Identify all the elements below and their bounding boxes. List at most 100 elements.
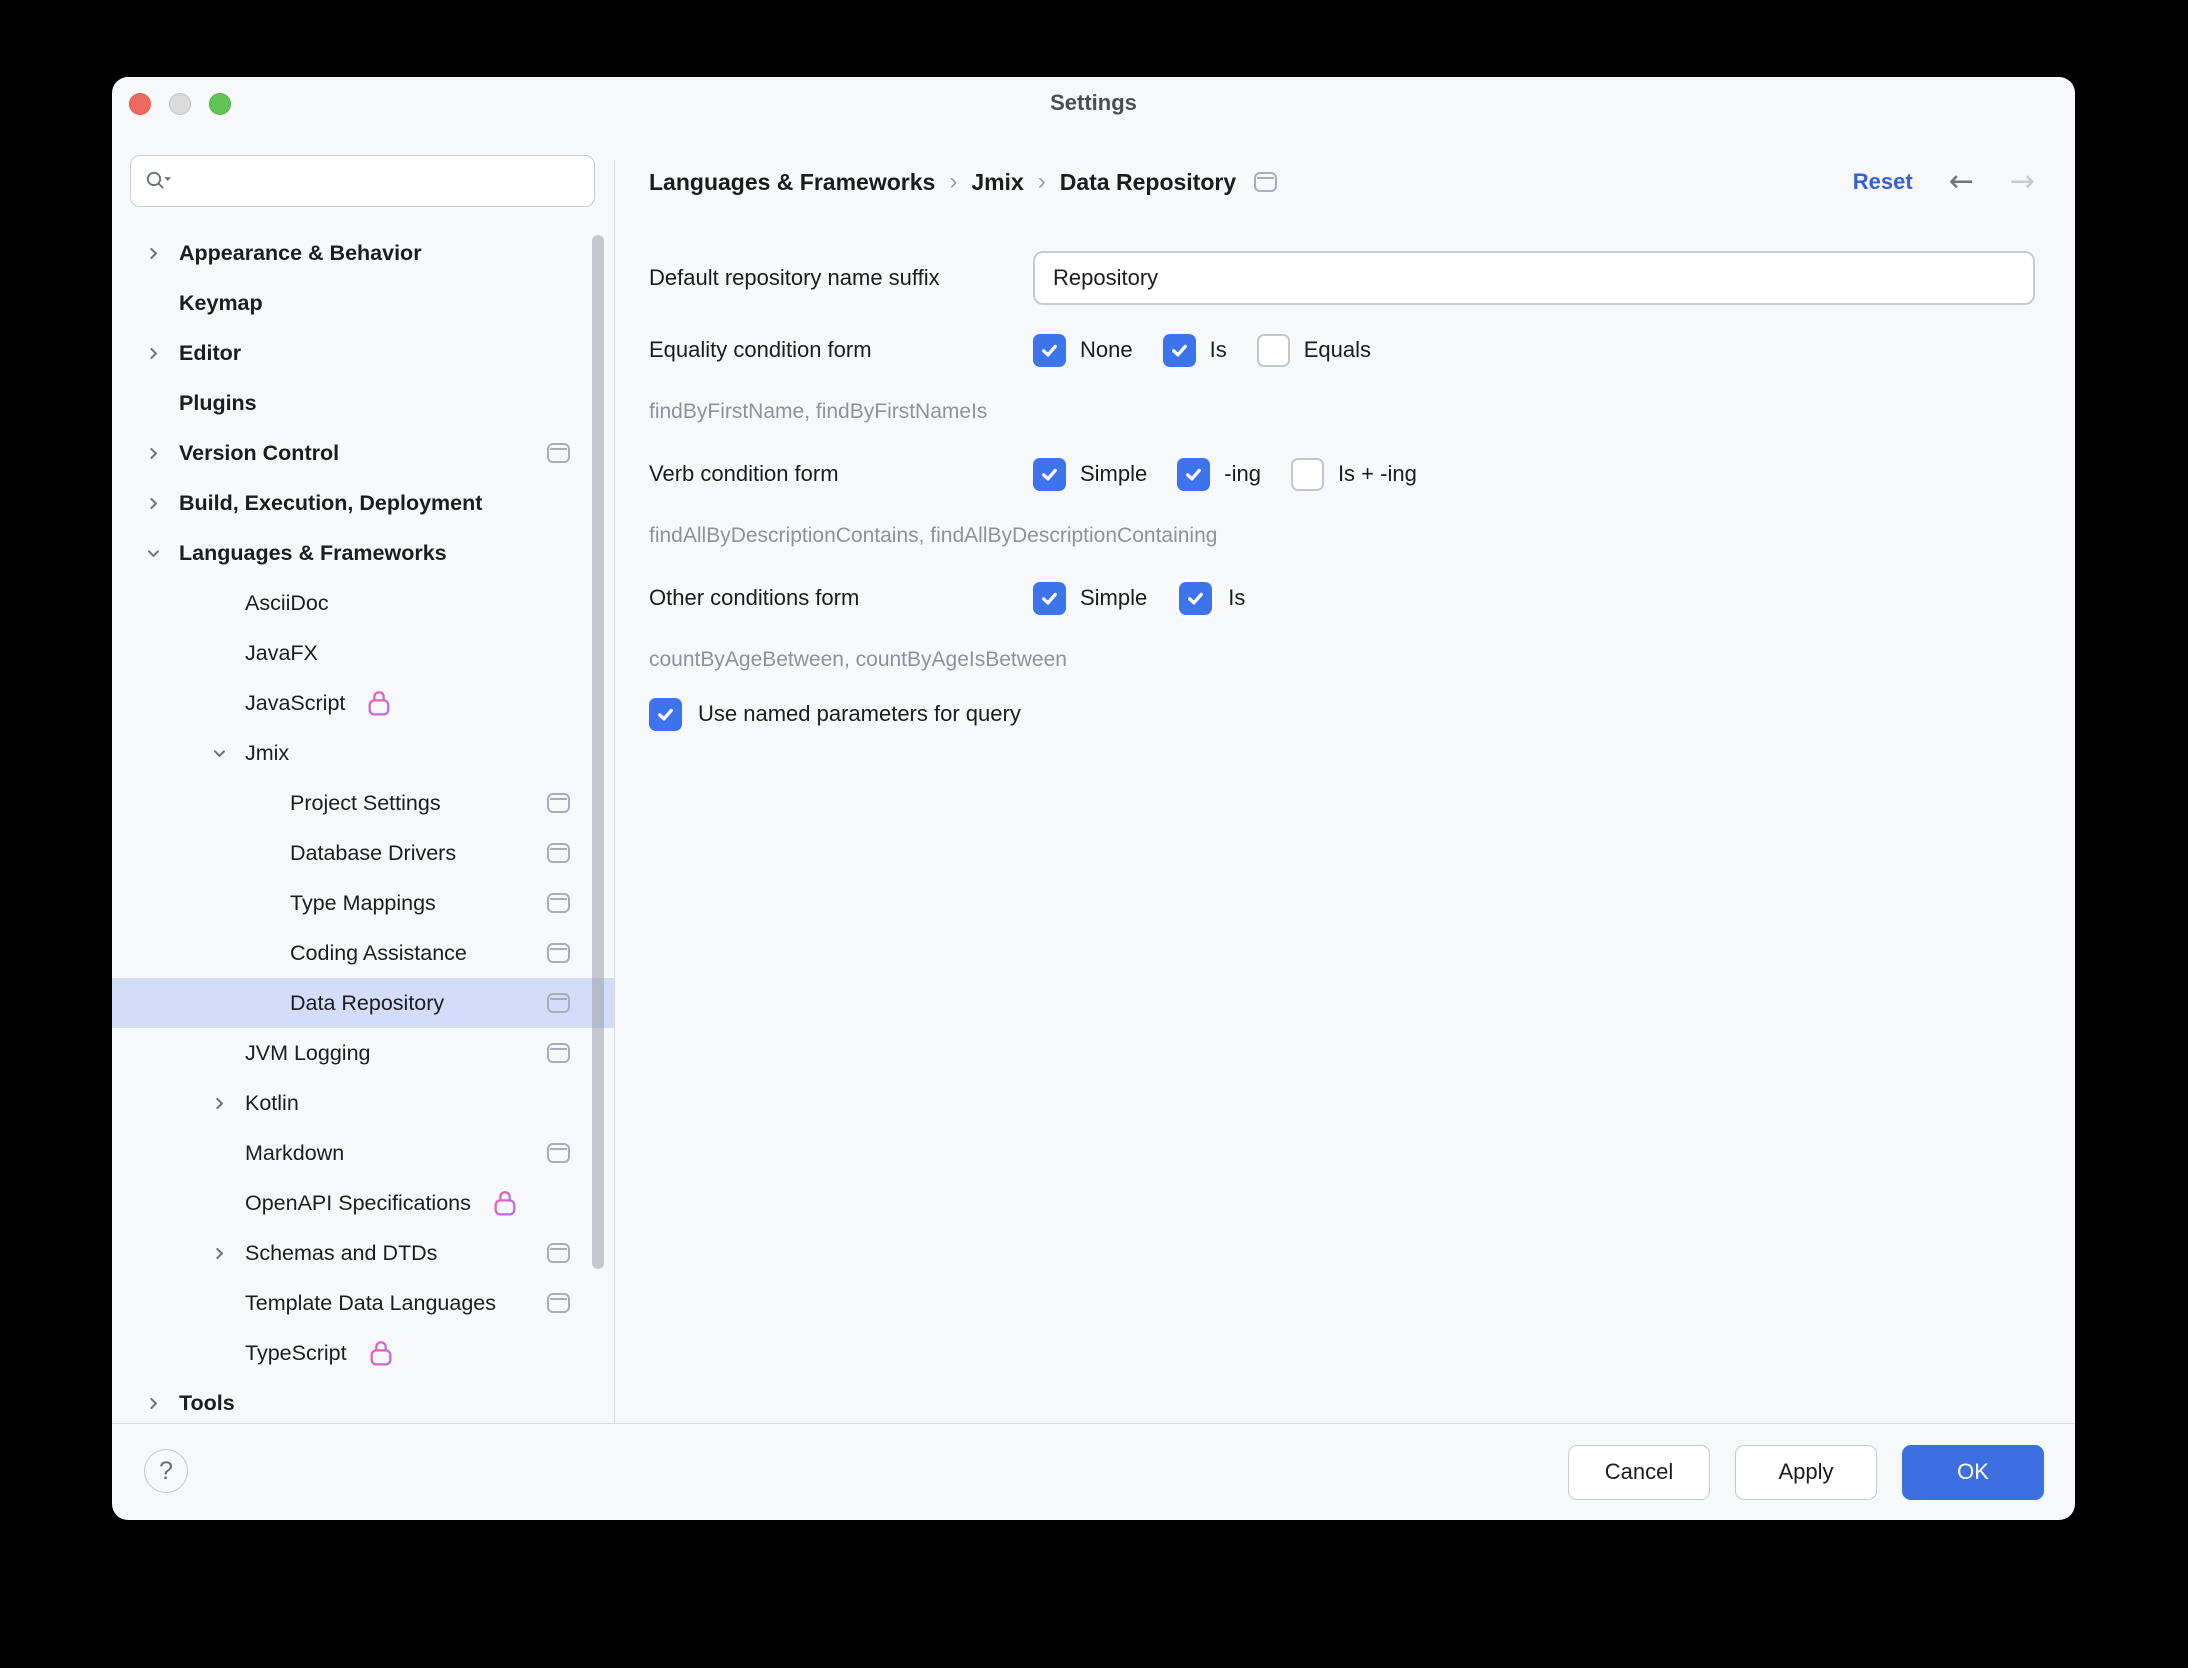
option-equals[interactable]: Equals	[1257, 334, 1371, 367]
chevron-right-icon[interactable]	[145, 495, 179, 512]
sidebar-item-coding-assistance[interactable]: Coding Assistance	[112, 928, 614, 978]
option-label[interactable]: Simple	[1080, 461, 1147, 487]
search-icon[interactable]	[145, 170, 172, 193]
sidebar-item-jmix[interactable]: Jmix	[112, 728, 614, 778]
chevron-down-icon[interactable]	[211, 745, 245, 762]
sidebar-scrollbar[interactable]	[592, 235, 604, 1269]
sidebar-item-label: Jmix	[245, 741, 289, 766]
equality-condition-form-options: None Is Equals	[1033, 334, 1371, 367]
option-simple[interactable]: Simple	[1033, 458, 1147, 491]
verb-condition-form-label: Verb condition form	[615, 461, 1033, 487]
window-icon	[1254, 172, 1277, 192]
chevron-right-icon[interactable]	[145, 345, 179, 362]
sidebar-item-data-repository[interactable]: Data Repository	[112, 978, 614, 1028]
other-conditions-form-label: Other conditions form	[615, 585, 1033, 611]
named-parameters-row[interactable]: Use named parameters for query	[615, 692, 2075, 736]
titlebar[interactable]: Settings	[112, 77, 2075, 137]
sidebar-item-template-data-languages[interactable]: Template Data Languages	[112, 1278, 614, 1328]
option-none[interactable]: None	[1033, 334, 1133, 367]
other-conditions-form-options: Simple Is	[1033, 580, 1245, 617]
repository-suffix-row: Default repository name suffix	[615, 251, 2075, 305]
sidebar-item-project-settings[interactable]: Project Settings	[112, 778, 614, 828]
sidebar-item-javascript[interactable]: JavaScript	[112, 678, 614, 728]
sidebar-item-label: JavaFX	[245, 641, 318, 666]
chevron-right-icon[interactable]	[211, 1245, 245, 1262]
chevron-right-icon[interactable]	[145, 245, 179, 262]
sidebar-item-editor[interactable]: Editor	[112, 328, 614, 378]
option-is-ing[interactable]: Is + -ing	[1291, 458, 1417, 491]
checkbox-equals[interactable]	[1257, 334, 1290, 367]
footer-buttons: Cancel Apply OK	[1568, 1445, 2044, 1500]
reset-link[interactable]: Reset	[1853, 169, 1913, 195]
checkbox-simple[interactable]	[1033, 582, 1066, 615]
checkbox-is[interactable]	[1163, 334, 1196, 367]
sidebar-item-markdown[interactable]: Markdown	[112, 1128, 614, 1178]
repository-suffix-label: Default repository name suffix	[615, 265, 1033, 291]
sidebar-item-typescript[interactable]: TypeScript	[112, 1328, 614, 1378]
sidebar-item-kotlin[interactable]: Kotlin	[112, 1078, 614, 1128]
ok-button[interactable]: OK	[1902, 1445, 2044, 1500]
apply-button[interactable]: Apply	[1735, 1445, 1877, 1500]
sidebar-item-keymap[interactable]: Keymap	[112, 278, 614, 328]
window-icon	[547, 1293, 570, 1313]
breadcrumb-languages-frameworks[interactable]: Languages & Frameworks	[649, 169, 935, 196]
search-input[interactable]	[182, 170, 580, 193]
sidebar-item-openapi-specifications[interactable]: OpenAPI Specifications	[112, 1178, 614, 1228]
sidebar-item-javafx[interactable]: JavaFX	[112, 628, 614, 678]
sidebar-item-asciidoc[interactable]: AsciiDoc	[112, 578, 614, 628]
option-label[interactable]: Equals	[1304, 337, 1371, 363]
option-label[interactable]: Simple	[1080, 585, 1147, 611]
breadcrumb-jmix[interactable]: Jmix	[971, 169, 1023, 196]
option-label[interactable]: None	[1080, 337, 1133, 363]
help-button[interactable]: ?	[144, 1449, 188, 1493]
window-title: Settings	[112, 90, 2075, 116]
option-label[interactable]: Is + -ing	[1338, 461, 1417, 487]
cancel-button[interactable]: Cancel	[1568, 1445, 1710, 1500]
sidebar-item-tools[interactable]: Tools	[112, 1378, 614, 1423]
footer: ? Cancel Apply OK	[112, 1423, 2075, 1520]
chevron-right-icon[interactable]	[211, 1095, 245, 1112]
back-arrow[interactable]: ←	[1949, 167, 1974, 197]
sidebar-item-jvm-logging[interactable]: JVM Logging	[112, 1028, 614, 1078]
chevron-right-icon[interactable]	[145, 1395, 179, 1412]
forward-arrow[interactable]: →	[2010, 167, 2035, 197]
named-parameters-label[interactable]: Use named parameters for query	[698, 701, 1021, 727]
option-ing[interactable]: -ing	[1177, 458, 1261, 491]
chevron-down-icon[interactable]	[145, 545, 179, 562]
checkbox-none[interactable]	[1033, 334, 1066, 367]
sidebar-item-appearance-behavior[interactable]: Appearance & Behavior	[112, 228, 614, 278]
checkbox-is[interactable]	[1179, 582, 1212, 615]
sidebar-item-version-control[interactable]: Version Control	[112, 428, 614, 478]
checkbox-simple[interactable]	[1033, 458, 1066, 491]
sidebar-item-label: Database Drivers	[290, 841, 456, 866]
named-parameters-checkbox[interactable]	[649, 698, 682, 731]
sidebar-item-label: AsciiDoc	[245, 591, 329, 616]
option-simple[interactable]: Simple	[1033, 582, 1147, 615]
chevron-right-icon[interactable]	[145, 445, 179, 462]
option-is[interactable]: Is	[1177, 580, 1245, 617]
sidebar-item-database-drivers[interactable]: Database Drivers	[112, 828, 614, 878]
option-label[interactable]: Is	[1210, 337, 1227, 363]
lock-icon	[367, 689, 391, 717]
header-row: Languages & Frameworks›Jmix›Data Reposit…	[615, 160, 2075, 204]
other-conditions-form-hint: countByAgeBetween, countByAgeIsBetween	[649, 638, 1067, 682]
sidebar-item-type-mappings[interactable]: Type Mappings	[112, 878, 614, 928]
sidebar-item-label: Version Control	[179, 441, 339, 466]
breadcrumb-separator: ›	[1038, 168, 1046, 196]
sidebar-item-label: Editor	[179, 341, 241, 366]
option-is[interactable]: Is	[1163, 334, 1227, 367]
sidebar-item-schemas-and-dtds[interactable]: Schemas and DTDs	[112, 1228, 614, 1278]
option-label[interactable]: -ing	[1224, 461, 1261, 487]
settings-search[interactable]	[130, 155, 595, 207]
checkbox-is-focus-ring[interactable]	[1177, 580, 1214, 617]
sidebar-item-label: OpenAPI Specifications	[245, 1191, 471, 1216]
option-label[interactable]: Is	[1228, 585, 1245, 611]
checkbox-is-ing[interactable]	[1291, 458, 1324, 491]
checkbox-ing[interactable]	[1177, 458, 1210, 491]
equality-condition-form-hint: findByFirstName, findByFirstNameIs	[649, 390, 987, 434]
sidebar-item-languages-frameworks[interactable]: Languages & Frameworks	[112, 528, 614, 578]
breadcrumb-data-repository[interactable]: Data Repository	[1060, 169, 1236, 196]
sidebar-item-build-execution-deployment[interactable]: Build, Execution, Deployment	[112, 478, 614, 528]
repository-suffix-input[interactable]	[1033, 251, 2035, 305]
sidebar-item-plugins[interactable]: Plugins	[112, 378, 614, 428]
